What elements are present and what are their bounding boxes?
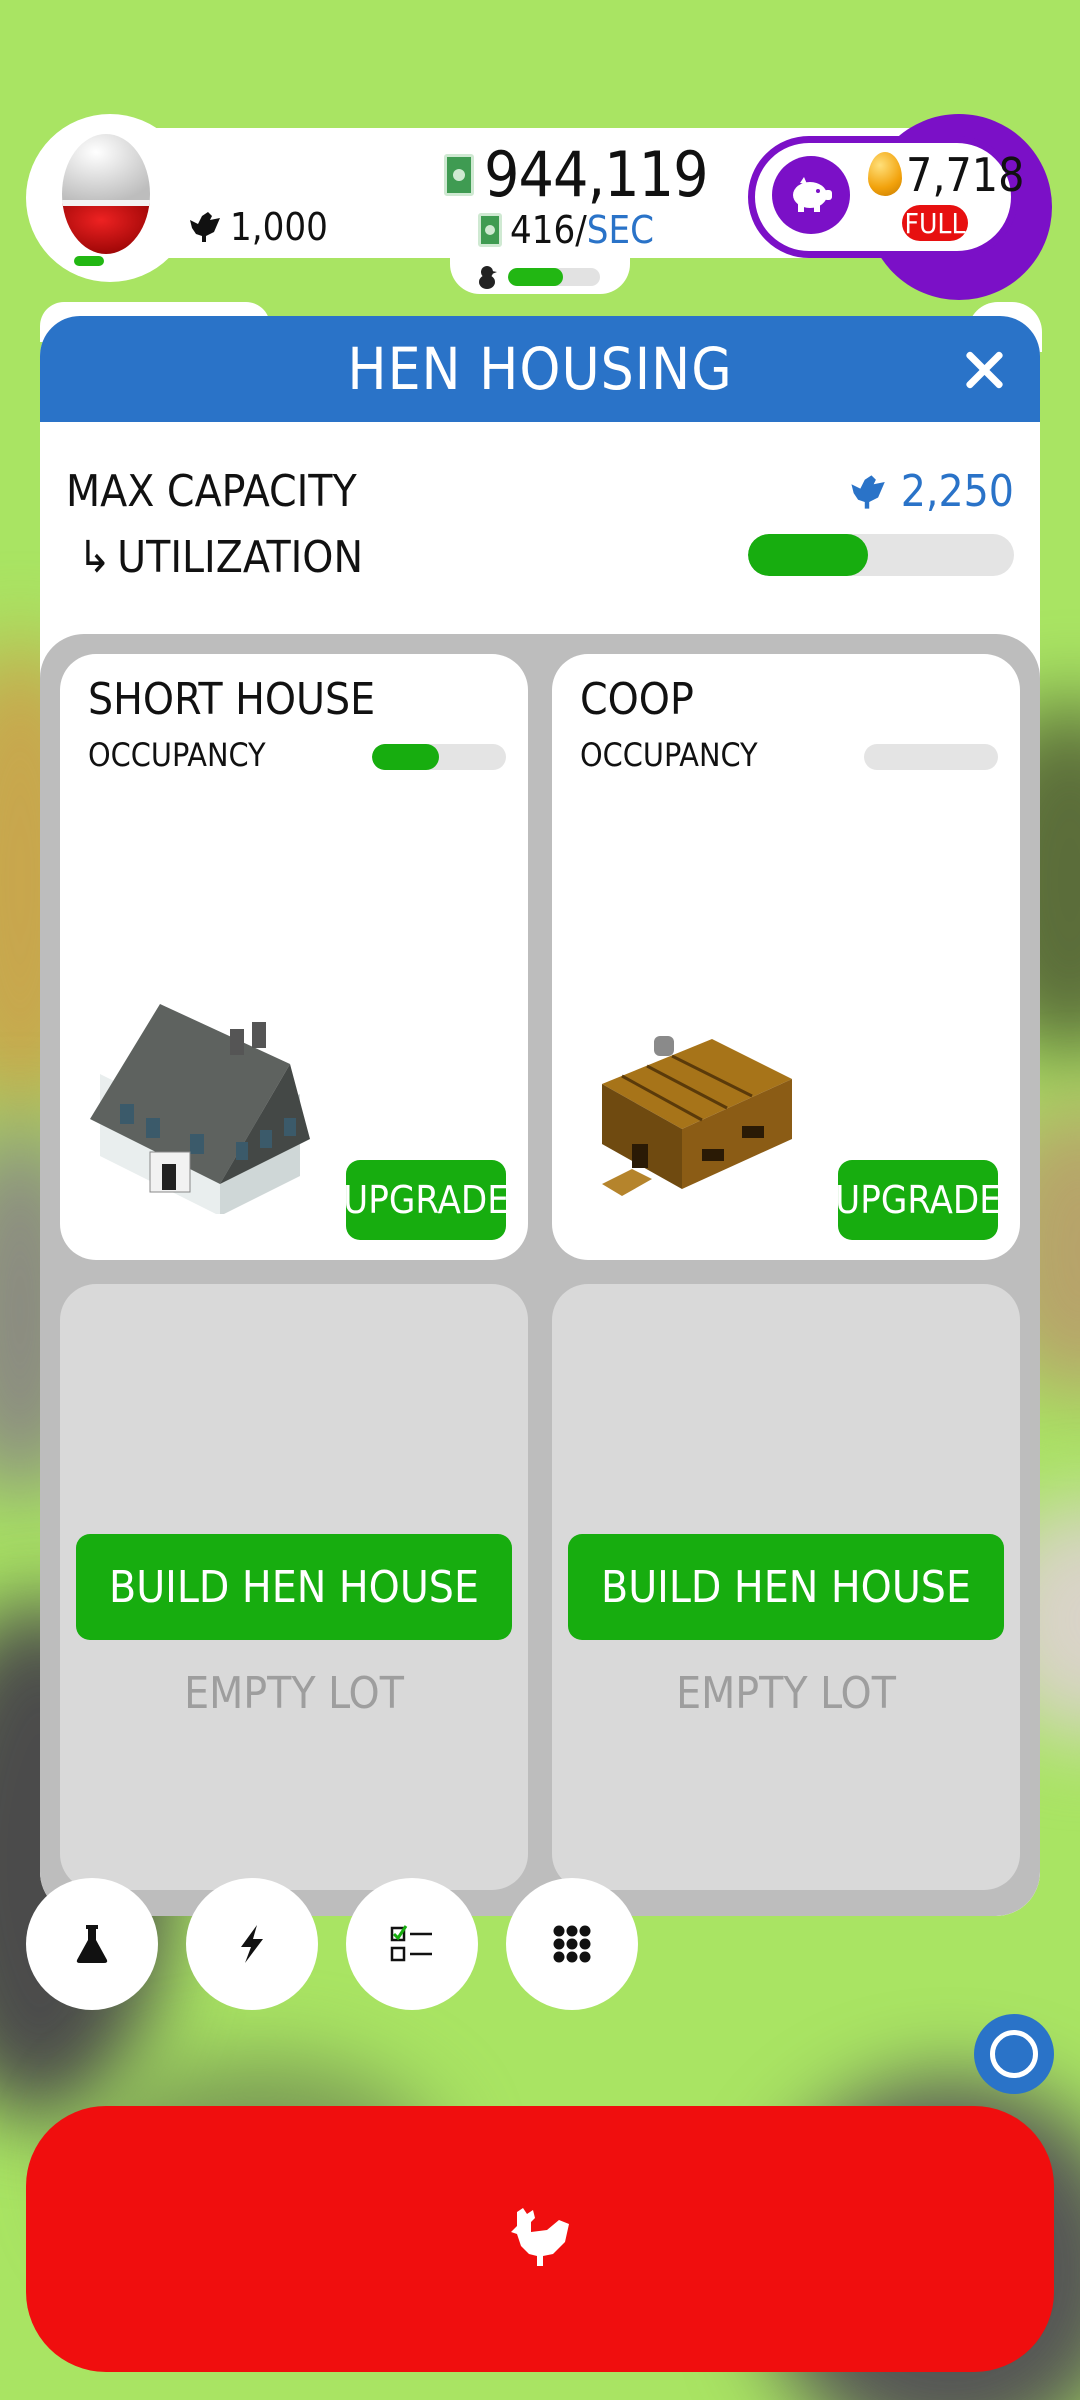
cash-icon (444, 153, 474, 196)
golden-egg-count: 7,718 (906, 148, 1025, 202)
lot-short-house[interactable]: SHORT HOUSE OCCUPANCY UPGRADE (60, 654, 528, 1260)
income-rate: 416/SEC (478, 208, 654, 252)
max-capacity-value: 2,250 (847, 466, 1014, 517)
upgrade-button[interactable]: UPGRADE (835, 1160, 1001, 1240)
lightning-icon (241, 1925, 263, 1963)
egg-progress-bar (74, 256, 104, 266)
flask-icon (76, 1925, 108, 1963)
occupancy-label: OCCUPANCY (88, 736, 266, 774)
piggy-bank-button[interactable] (772, 156, 850, 234)
rate-unit: SEC (586, 208, 654, 252)
boosts-button[interactable] (186, 1878, 318, 2010)
habitat-progress-bar (508, 268, 600, 286)
full-badge: FULL (902, 205, 968, 241)
lots-grid: SHORT HOUSE OCCUPANCY UPGRADE COOP OCCUP… (40, 634, 1040, 1916)
lot-coop[interactable]: COOP OCCUPANCY UPGRADE (552, 654, 1020, 1260)
max-capacity-number: 2,250 (900, 466, 1014, 517)
egg-icon (62, 134, 150, 254)
chicken-icon (851, 474, 885, 509)
chicken-icon (511, 2208, 569, 2266)
max-capacity-label: MAX CAPACITY (66, 466, 357, 517)
chicken-icon (190, 212, 220, 242)
lot-name: SHORT HOUSE (88, 674, 376, 725)
golden-egg-icon (868, 152, 902, 196)
menu-button[interactable] (506, 1878, 638, 2010)
utilization-fill (748, 534, 868, 576)
short-house-icon (90, 1004, 310, 1214)
upgrade-button[interactable]: UPGRADE (343, 1160, 509, 1240)
occupancy-label: OCCUPANCY (580, 736, 758, 774)
utilization-label: UTILIZATION (117, 532, 364, 583)
utilization-row: ↳ UTILIZATION (78, 532, 363, 583)
build-hen-house-button[interactable]: BUILD HEN HOUSE (76, 1534, 512, 1640)
hen-count: 1,000 (186, 205, 328, 249)
empty-lot-label: EMPTY LOT (676, 1668, 896, 1719)
checklist-icon (390, 1925, 432, 1962)
piggy-bank-icon (793, 177, 832, 212)
lot-name: COOP (580, 674, 694, 725)
empty-lot: BUILD HEN HOUSE EMPTY LOT (552, 1284, 1020, 1890)
grid-icon (553, 1925, 591, 1963)
cash-icon (478, 213, 502, 247)
hen-housing-modal: HEN HOUSING MAX CAPACITY 2,250 ↳ UTILIZA… (40, 316, 1040, 1916)
occupancy-bar (864, 744, 998, 770)
ring-button[interactable] (974, 2014, 1054, 2094)
close-button[interactable] (962, 348, 1006, 392)
build-hen-house-button[interactable]: BUILD HEN HOUSE (568, 1534, 1004, 1640)
rate-value: 416/ (510, 208, 587, 252)
habitat-progress-fill (508, 268, 564, 286)
empty-lot-label: EMPTY LOT (184, 1668, 404, 1719)
money-value: 944,119 (484, 138, 709, 211)
occupancy-fill (372, 744, 439, 770)
chick-icon (479, 266, 497, 289)
egg-type-button[interactable] (26, 114, 194, 282)
coop-icon (602, 1036, 792, 1196)
modal-title: HEN HOUSING (347, 335, 733, 403)
money-display: 944,119 (444, 138, 709, 211)
missions-button[interactable] (346, 1878, 478, 2010)
research-button[interactable] (26, 1878, 158, 2010)
hen-count-value: 1,000 (230, 205, 328, 249)
hatch-chicken-button[interactable] (26, 2106, 1054, 2372)
return-arrow-icon: ↳ (78, 532, 112, 583)
utilization-bar (748, 534, 1014, 576)
empty-lot: BUILD HEN HOUSE EMPTY LOT (60, 1284, 528, 1890)
occupancy-bar (372, 744, 506, 770)
